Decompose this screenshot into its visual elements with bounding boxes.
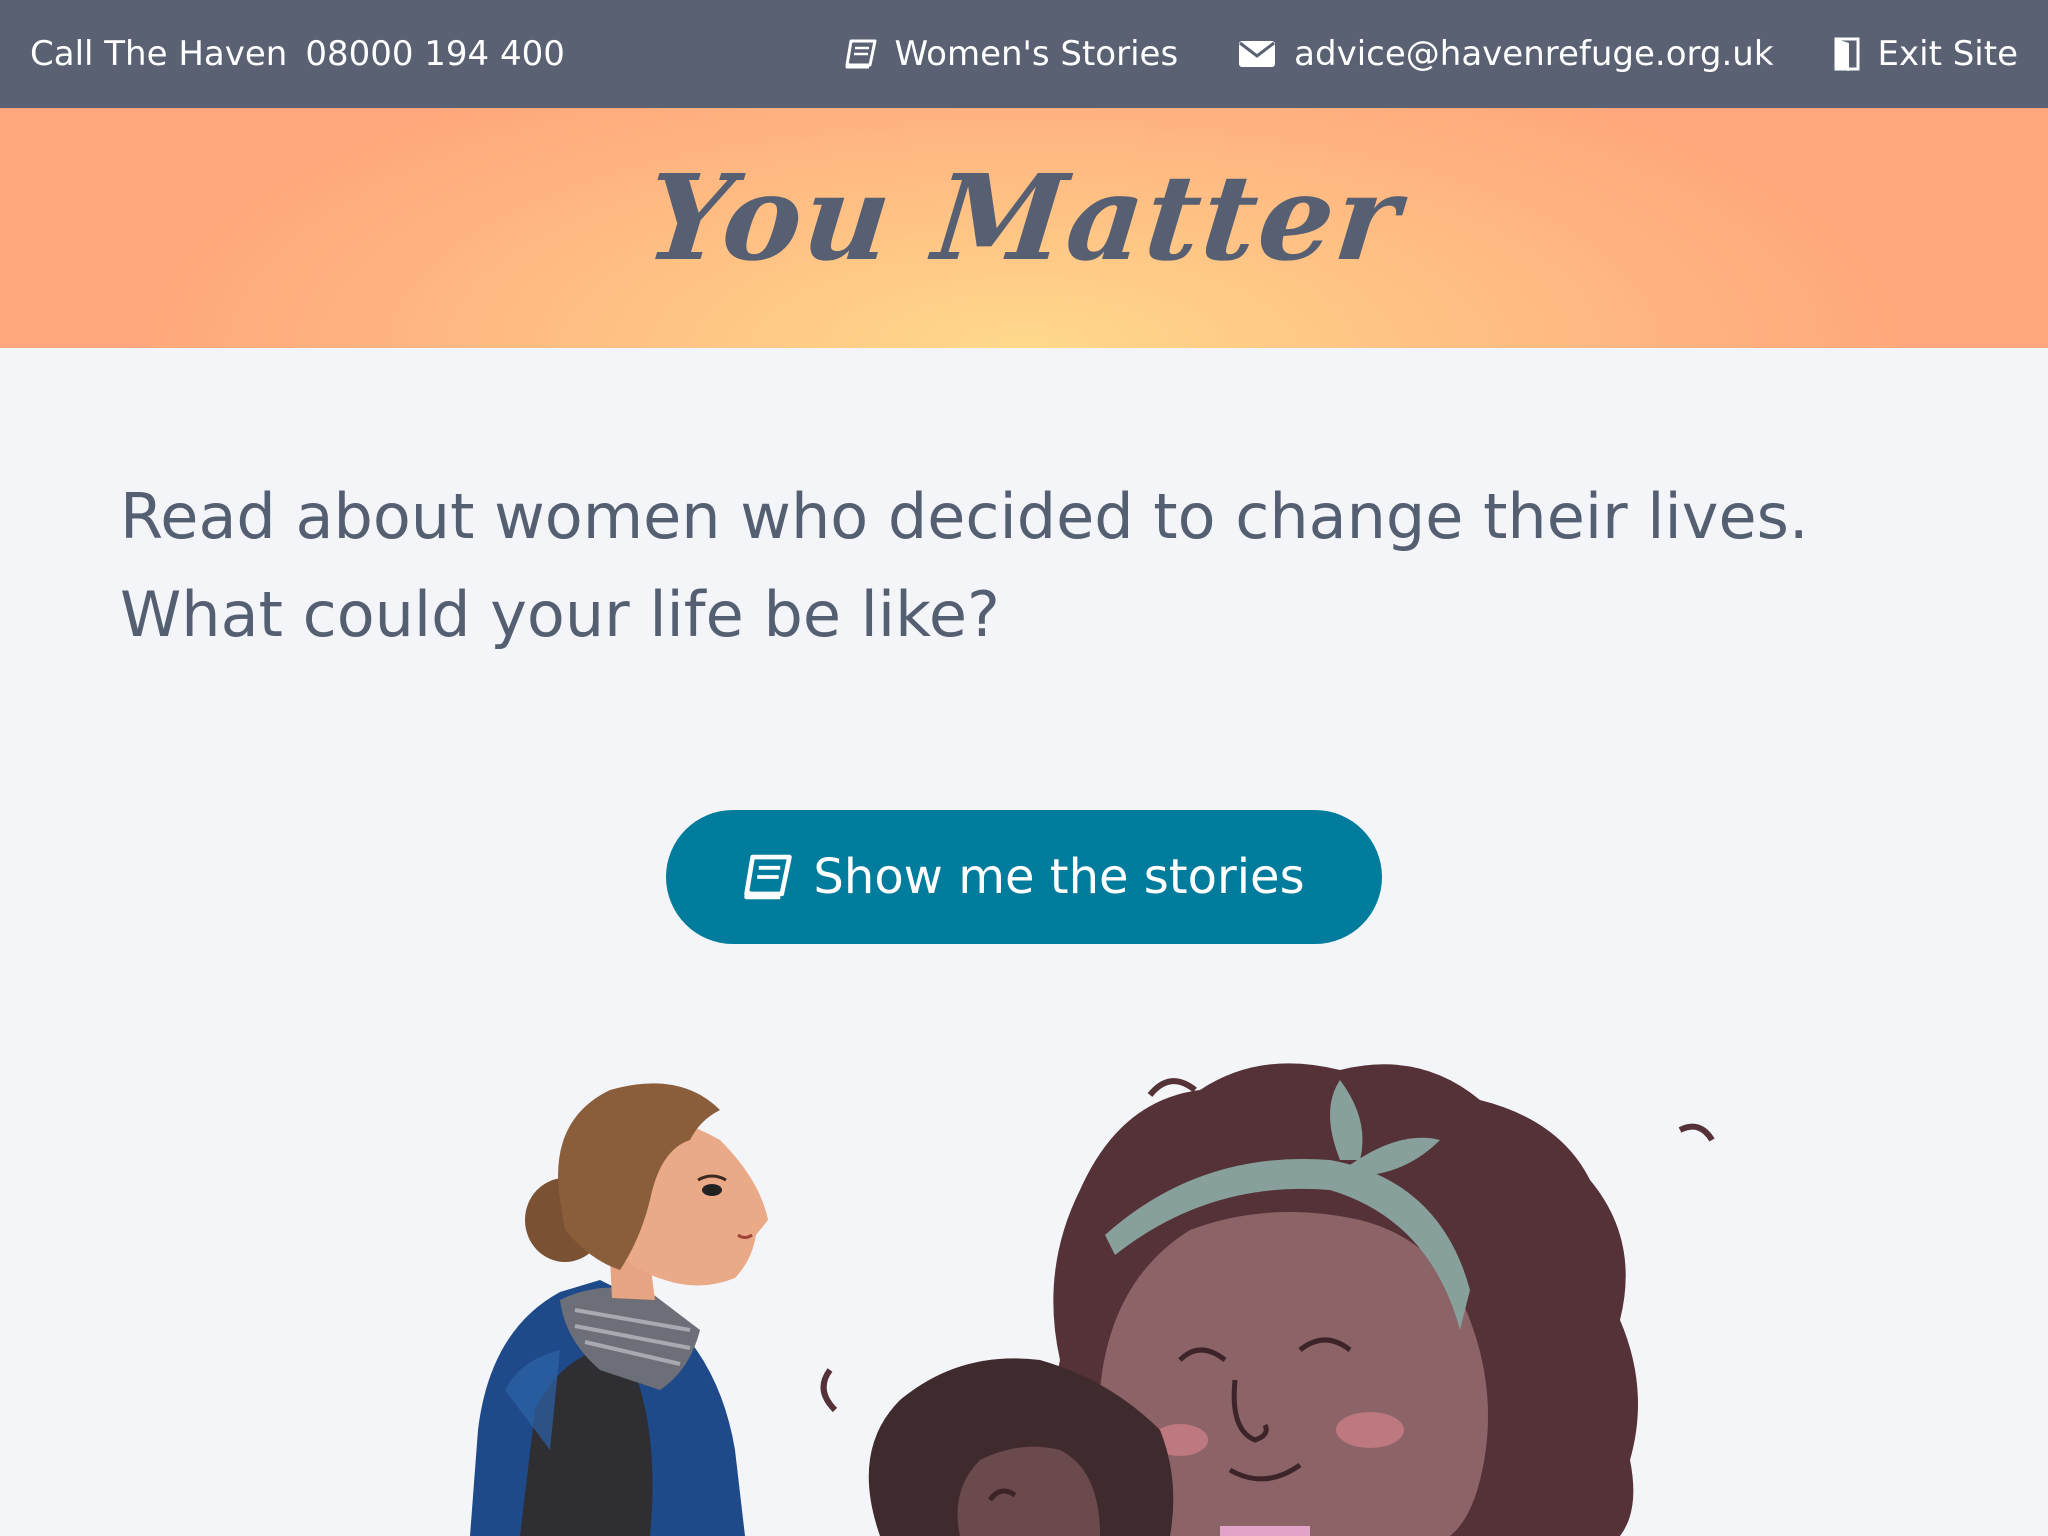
top-bar: Call The Haven 08000 194 400 Women's Stor…	[0, 0, 2048, 108]
nav-exit-site-label: Exit Site	[1877, 34, 2018, 74]
intro-text: Read about women who decided to change t…	[120, 480, 1809, 651]
nav-womens-stories-label: Women's Stories	[894, 34, 1179, 74]
call-info: Call The Haven 08000 194 400	[30, 0, 565, 108]
book-icon	[744, 854, 793, 900]
door-icon	[1834, 37, 1860, 71]
women-illustration	[470, 1063, 1715, 1536]
hero-title: You Matter	[640, 148, 1408, 287]
mother-child-figure	[820, 1063, 1715, 1536]
hero-banner: You Matter	[0, 108, 2048, 348]
call-label: Call The Haven	[30, 34, 288, 74]
show-stories-button[interactable]: Show me the stories	[666, 810, 1382, 944]
show-stories-label: Show me the stories	[813, 849, 1305, 905]
top-nav: Women's Stories advice@havenrefuge.org.u…	[845, 0, 2018, 108]
woman-figure	[470, 1083, 768, 1536]
nav-womens-stories[interactable]: Women's Stories	[845, 34, 1179, 74]
nav-email[interactable]: advice@havenrefuge.org.uk	[1238, 34, 1774, 74]
nav-exit-site[interactable]: Exit Site	[1834, 34, 2018, 74]
phone-number[interactable]: 08000 194 400	[305, 34, 565, 74]
nav-email-label: advice@havenrefuge.org.uk	[1294, 34, 1774, 74]
envelope-icon	[1239, 41, 1276, 67]
book-icon	[845, 39, 877, 69]
